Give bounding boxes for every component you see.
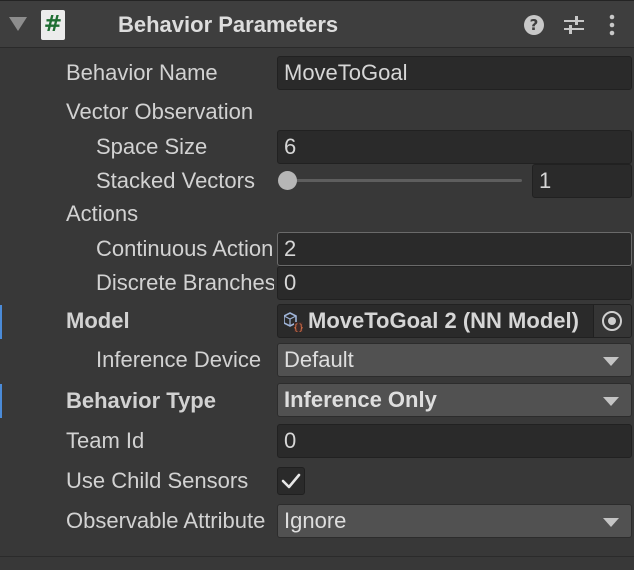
- prefab-override-marker: [0, 384, 2, 418]
- vector-observation-label: Vector Observation: [66, 99, 254, 124]
- model-value: MoveToGoal 2 (NN Model): [308, 308, 579, 333]
- stacked-vectors-slider-track[interactable]: [288, 179, 522, 182]
- dropdown-arrow-icon: [603, 357, 619, 366]
- behavior-name-label: Behavior Name: [66, 60, 218, 85]
- presets-icon[interactable]: [562, 13, 586, 37]
- kebab-menu-icon[interactable]: [606, 13, 618, 37]
- observable-attribute-handling-label: Observable Attribute Handling: [66, 508, 272, 533]
- stacked-vectors-label: Stacked Vectors: [96, 168, 255, 193]
- script-icon: #: [41, 10, 65, 40]
- component-title: Behavior Parameters: [118, 12, 339, 37]
- help-icon[interactable]: ?: [522, 13, 546, 37]
- svg-text:{}: {}: [293, 324, 304, 334]
- behavior-type-dropdown[interactable]: Inference Only: [277, 383, 632, 417]
- space-size-label: Space Size: [96, 134, 208, 159]
- stacked-vectors-input[interactable]: 1: [532, 164, 632, 198]
- stacked-vectors-slider-thumb[interactable]: [278, 171, 297, 190]
- dropdown-arrow-icon: [603, 397, 619, 406]
- component-divider: [0, 556, 634, 557]
- dropdown-arrow-icon: [603, 518, 619, 527]
- team-id-input[interactable]: 0: [277, 424, 632, 458]
- inference-device-dropdown[interactable]: Default: [277, 343, 632, 377]
- behavior-type-label: Behavior Type: [66, 388, 216, 413]
- use-child-sensors-label: Use Child Sensors: [66, 468, 249, 493]
- model-object-field[interactable]: {} MoveToGoal 2 (NN Model): [277, 304, 632, 338]
- continuous-actions-input[interactable]: 2: [277, 232, 632, 266]
- inference-device-label: Inference Device: [96, 347, 262, 372]
- space-size-input[interactable]: 6: [277, 130, 632, 164]
- discrete-branches-label: Discrete Branches: [96, 270, 274, 295]
- discrete-branches-input[interactable]: 0: [277, 266, 632, 300]
- observable-attribute-handling-dropdown[interactable]: Ignore: [277, 504, 632, 538]
- foldout-arrow-icon[interactable]: [9, 17, 27, 31]
- observable-attribute-handling-value: Ignore: [284, 508, 347, 533]
- continuous-actions-label: Continuous Actions: [96, 236, 272, 261]
- behavior-name-input[interactable]: MoveToGoal: [277, 56, 632, 90]
- object-picker-dot: [608, 317, 616, 325]
- svg-text:?: ?: [530, 16, 539, 34]
- checkmark-icon: [281, 473, 301, 489]
- object-picker-button[interactable]: [593, 305, 631, 337]
- prefab-override-marker: [0, 305, 2, 339]
- nn-model-icon: {}: [284, 312, 304, 334]
- actions-label: Actions: [66, 201, 139, 226]
- behavior-type-value: Inference Only: [284, 387, 437, 412]
- inference-device-value: Default: [284, 347, 354, 372]
- component-header: # Behavior Parameters ?: [0, 0, 634, 48]
- model-label: Model: [66, 308, 130, 333]
- team-id-label: Team Id: [66, 428, 145, 453]
- use-child-sensors-checkbox[interactable]: [277, 467, 305, 495]
